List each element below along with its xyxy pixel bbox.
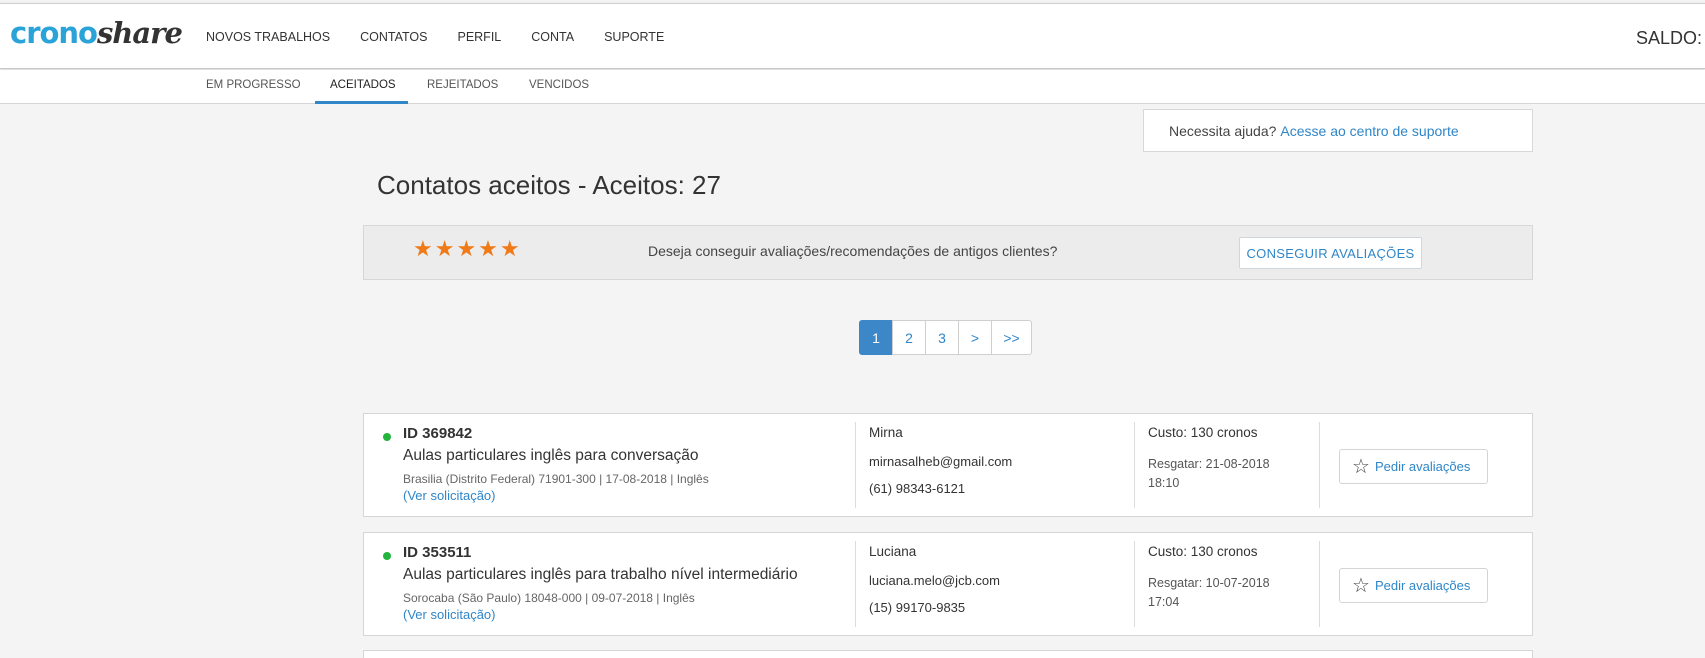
job-title: Aulas particulares inglês para trabalho … [403, 566, 798, 583]
help-box: Necessita ajuda? Acesse ao centro de sup… [1143, 109, 1533, 152]
nav-novos-trabalhos[interactable]: NOVOS TRABALHOS [206, 30, 330, 44]
view-request-link[interactable]: (Ver solicitação) [403, 607, 495, 622]
status-dot-icon [383, 552, 391, 560]
contact-email: luciana.melo@jcb.com [869, 573, 1000, 588]
pagination: 1 2 3 > >> [859, 320, 1032, 355]
job-card: ID 353511 Aulas particulares inglês para… [363, 532, 1533, 636]
nav-conta[interactable]: CONTA [531, 30, 574, 44]
page-title: Contatos aceitos - Aceitos: 27 [377, 170, 721, 200]
job-cost: Custo: 130 cronos [1148, 544, 1258, 559]
page-1-button[interactable]: 1 [859, 320, 893, 355]
ask-review-button[interactable]: ☆ Pedir avaliações [1339, 449, 1488, 484]
main-nav: NOVOS TRABALHOS CONTATOS PERFIL CONTA SU… [206, 4, 694, 70]
get-reviews-button[interactable]: CONSEGUIR AVALIAÇÕES [1239, 237, 1422, 269]
divider [1134, 422, 1135, 508]
view-request-link[interactable]: (Ver solicitação) [403, 488, 495, 503]
active-tab-indicator [315, 101, 408, 104]
job-meta: Brasilia (Distrito Federal) 71901-300 | … [403, 472, 709, 486]
rating-stars-icon: ★★★★★ [413, 236, 522, 261]
ask-review-label: Pedir avaliações [1374, 459, 1471, 474]
page-3-button[interactable]: 3 [925, 320, 959, 355]
page-2-button[interactable]: 2 [892, 320, 926, 355]
help-question: Necessita ajuda? [1169, 122, 1277, 139]
status-dot-icon [383, 433, 391, 441]
contact-phone: (61) 98343-6121 [869, 481, 966, 496]
job-cost: Custo: 130 cronos [1148, 425, 1258, 440]
redeem-date: Resgatar: 10-07-2018 17:04 [1148, 576, 1270, 609]
nav-perfil[interactable]: PERFIL [457, 30, 501, 44]
review-prompt: Deseja conseguir avaliações/recomendaçõe… [648, 243, 1058, 259]
ask-review-label: Pedir avaliações [1374, 578, 1471, 593]
contact-email: mirnasalheb@gmail.com [869, 454, 1013, 469]
job-id: ID 353511 [403, 544, 472, 561]
review-banner: ★★★★★ Deseja conseguir avaliações/recome… [363, 225, 1533, 280]
cronoshare-logo[interactable]: cronoshare [10, 16, 183, 50]
contact-name: Luciana [869, 544, 917, 559]
tab-em-progresso[interactable]: EM PROGRESSO [206, 79, 301, 91]
job-meta: Sorocaba (São Paulo) 18048-000 | 09-07-2… [403, 591, 695, 605]
star-outline-icon: ☆ [1352, 574, 1370, 597]
contact-name: Mirna [869, 425, 903, 440]
job-card [363, 650, 1533, 658]
balance-label: SALDO: [1635, 28, 1702, 48]
nav-contatos[interactable]: CONTATOS [360, 30, 427, 44]
top-navbar: cronoshare NOVOS TRABALHOS CONTATOS PERF… [0, 3, 1705, 69]
ask-review-button[interactable]: ☆ Pedir avaliações [1339, 568, 1488, 603]
nav-suporte[interactable]: SUPORTE [604, 30, 664, 44]
contact-phone: (15) 99170-9835 [869, 600, 966, 615]
star-outline-icon: ☆ [1352, 455, 1370, 478]
tab-aceitados[interactable]: ACEITADOS [330, 79, 396, 91]
divider [855, 541, 856, 627]
job-id: ID 369842 [403, 425, 473, 442]
divider [1134, 541, 1135, 627]
support-center-link[interactable]: Acesse ao centro de suporte [1280, 123, 1458, 139]
tab-rejeitados[interactable]: REJEITADOS [427, 79, 498, 91]
next-page-button[interactable]: > [958, 320, 992, 355]
divider [1319, 422, 1320, 508]
tab-vencidos[interactable]: VENCIDOS [529, 79, 589, 91]
job-card: ID 369842 Aulas particulares inglês para… [363, 413, 1533, 517]
job-title: Aulas particulares inglês para conversaç… [403, 447, 699, 464]
divider [855, 422, 856, 508]
divider [1319, 541, 1320, 627]
last-page-button[interactable]: >> [991, 320, 1032, 355]
redeem-date: Resgatar: 21-08-2018 18:10 [1148, 457, 1270, 490]
sub-navbar: EM PROGRESSO ACEITADOS REJEITADOS VENCID… [0, 70, 1705, 104]
